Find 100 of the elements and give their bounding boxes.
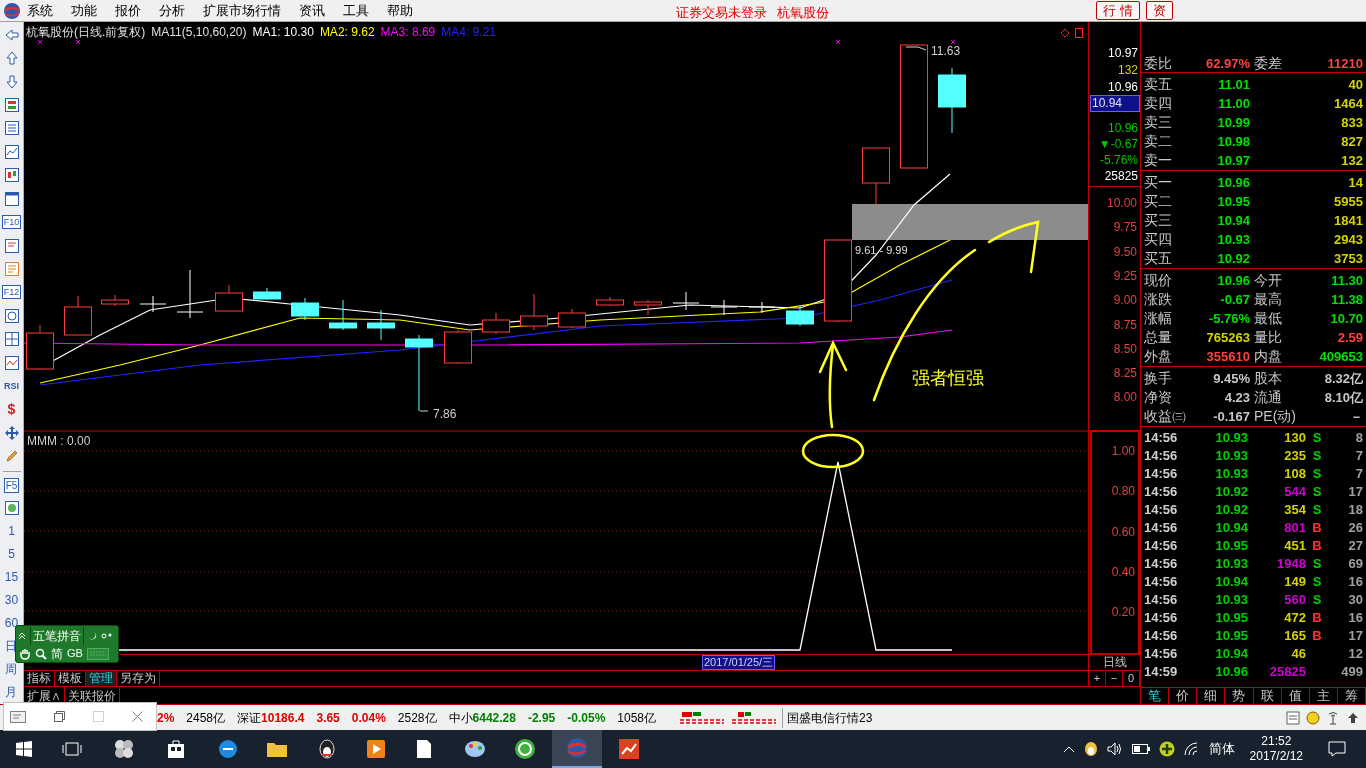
input-mode-indicator[interactable]: 简体 (1208, 739, 1235, 759)
active-app-button[interactable] (552, 730, 602, 768)
ime-charset[interactable]: GB (67, 645, 83, 662)
tick-time: 14:59 (1144, 663, 1179, 681)
period-button[interactable]: 月 (5, 683, 18, 702)
arrow-up-icon[interactable] (5, 51, 18, 66)
candlestick (634, 299, 662, 316)
menu-item[interactable]: 帮助 (387, 0, 413, 21)
move-icon[interactable] (4, 425, 19, 440)
refresh-icon[interactable] (4, 501, 19, 516)
period-button[interactable]: 15 (4, 568, 19, 587)
media-player-icon[interactable] (366, 739, 386, 759)
close-icon[interactable] (132, 711, 143, 722)
period-button[interactable]: 周 (5, 660, 18, 679)
browser-icon[interactable] (514, 738, 536, 760)
ime-name[interactable]: 五笔拼音 (30, 627, 84, 645)
windows-start-icon[interactable] (16, 741, 32, 757)
zoom-button[interactable]: + (1089, 671, 1106, 687)
grid-icon[interactable] (4, 97, 19, 112)
arrow-left-icon[interactable] (4, 28, 19, 41)
document-icon[interactable] (4, 238, 19, 253)
folder-icon[interactable] (266, 740, 288, 758)
tick-price: 10.94 (1214, 573, 1248, 591)
quote-value: 1841 (1334, 211, 1363, 230)
f10-button[interactable]: F10 (1, 215, 22, 230)
panel-tab[interactable]: 模板 (55, 671, 86, 687)
table-icon[interactable] (4, 121, 19, 136)
coin-icon[interactable] (1306, 710, 1320, 725)
period-button[interactable]: 日 (5, 637, 18, 656)
browser-icon[interactable] (218, 739, 238, 759)
tick-volume: 108 (1283, 465, 1306, 483)
task-view-icon[interactable] (62, 741, 82, 757)
f5-button[interactable]: F5 (3, 478, 20, 494)
plus-icon[interactable] (1158, 741, 1175, 757)
pencil-icon[interactable] (4, 449, 19, 464)
quote-value: 9.45% (1213, 369, 1250, 388)
view-button[interactable]: 资 (1145, 1, 1173, 20)
menu-item[interactable]: 功能 (71, 0, 97, 21)
hand-icon[interactable] (19, 647, 31, 660)
quote-label: 委比 (1144, 54, 1173, 73)
tick-time: 14:56 (1144, 555, 1179, 573)
period-button[interactable]: 5 (8, 545, 15, 564)
battery-icon[interactable] (1131, 744, 1150, 754)
quote-value: 765263 (1206, 328, 1250, 347)
search-icon[interactable] (35, 647, 47, 660)
menu-item[interactable]: 工具 (343, 0, 369, 21)
quote-label: 最低 (1253, 309, 1283, 328)
turnover-amount: 2528亿 (397, 709, 437, 727)
cross-marker (37, 39, 43, 45)
window-icon[interactable] (4, 191, 19, 206)
period-button[interactable]: 30 (4, 591, 19, 610)
tick-volume: 130 (1283, 429, 1306, 447)
app-logo-icon (3, 1, 21, 20)
quote-value: 10.95 (1217, 192, 1250, 211)
panel-tab[interactable]: 管理 (86, 671, 117, 687)
collapse-icon[interactable] (17, 631, 27, 641)
quote-label: 委差 (1253, 54, 1283, 73)
zoom-button[interactable]: − (1106, 671, 1123, 687)
antenna-icon[interactable] (1326, 710, 1340, 725)
rsi-button[interactable]: RSI (4, 380, 19, 393)
tick-price: 10.92 (1214, 483, 1248, 501)
dollar-button[interactable]: $ (7, 402, 16, 417)
chevron-up-icon[interactable] (1062, 745, 1075, 753)
app-icon[interactable] (114, 739, 134, 759)
restore-icon[interactable] (54, 711, 65, 722)
candlestick (367, 309, 395, 341)
ime-mode[interactable]: 简 (51, 644, 63, 663)
document-icon[interactable] (10, 710, 26, 723)
chart-app-icon[interactable] (618, 738, 640, 760)
upload-icon[interactable] (1346, 710, 1360, 725)
menu-item[interactable]: 扩展市场行情 (203, 0, 281, 21)
quote-value: 62.97% (1205, 54, 1250, 73)
circle-icon[interactable] (4, 308, 19, 323)
grid-icon[interactable] (4, 332, 19, 347)
document-icon[interactable] (4, 261, 19, 276)
line-chart-icon[interactable] (4, 355, 19, 370)
notification-icon[interactable] (1328, 741, 1346, 757)
punctuation-icon[interactable] (101, 631, 113, 641)
candlestick-icon[interactable] (4, 168, 19, 183)
tick-volume: 354 (1283, 501, 1306, 519)
f12-button[interactable]: F12 (1, 285, 22, 300)
menu-item[interactable]: 系统 (27, 0, 53, 21)
axis-tick-label: 8.50 (1113, 341, 1137, 356)
quote-value: 10.94 (1217, 211, 1250, 230)
view-button[interactable]: 行 情 (1096, 1, 1140, 20)
line-chart-icon[interactable] (4, 144, 19, 159)
arrow-down-icon[interactable] (5, 74, 18, 89)
wifi-icon[interactable] (1183, 742, 1200, 756)
speaker-icon[interactable] (1106, 742, 1123, 756)
menu-item[interactable]: 资讯 (299, 0, 325, 21)
clock[interactable]: 21:52 2017/2/12 (1249, 734, 1303, 764)
file-icon[interactable] (416, 739, 432, 759)
candlestick (558, 308, 586, 329)
store-icon[interactable] (166, 739, 186, 759)
period-button[interactable]: 60 (4, 614, 19, 633)
menu-item[interactable]: 报价 (115, 0, 141, 21)
menu-item[interactable]: 分析 (159, 0, 185, 21)
palette-icon[interactable] (464, 739, 486, 759)
panel-tab[interactable]: 指标 (24, 671, 55, 687)
period-button[interactable]: 1 (8, 522, 15, 541)
